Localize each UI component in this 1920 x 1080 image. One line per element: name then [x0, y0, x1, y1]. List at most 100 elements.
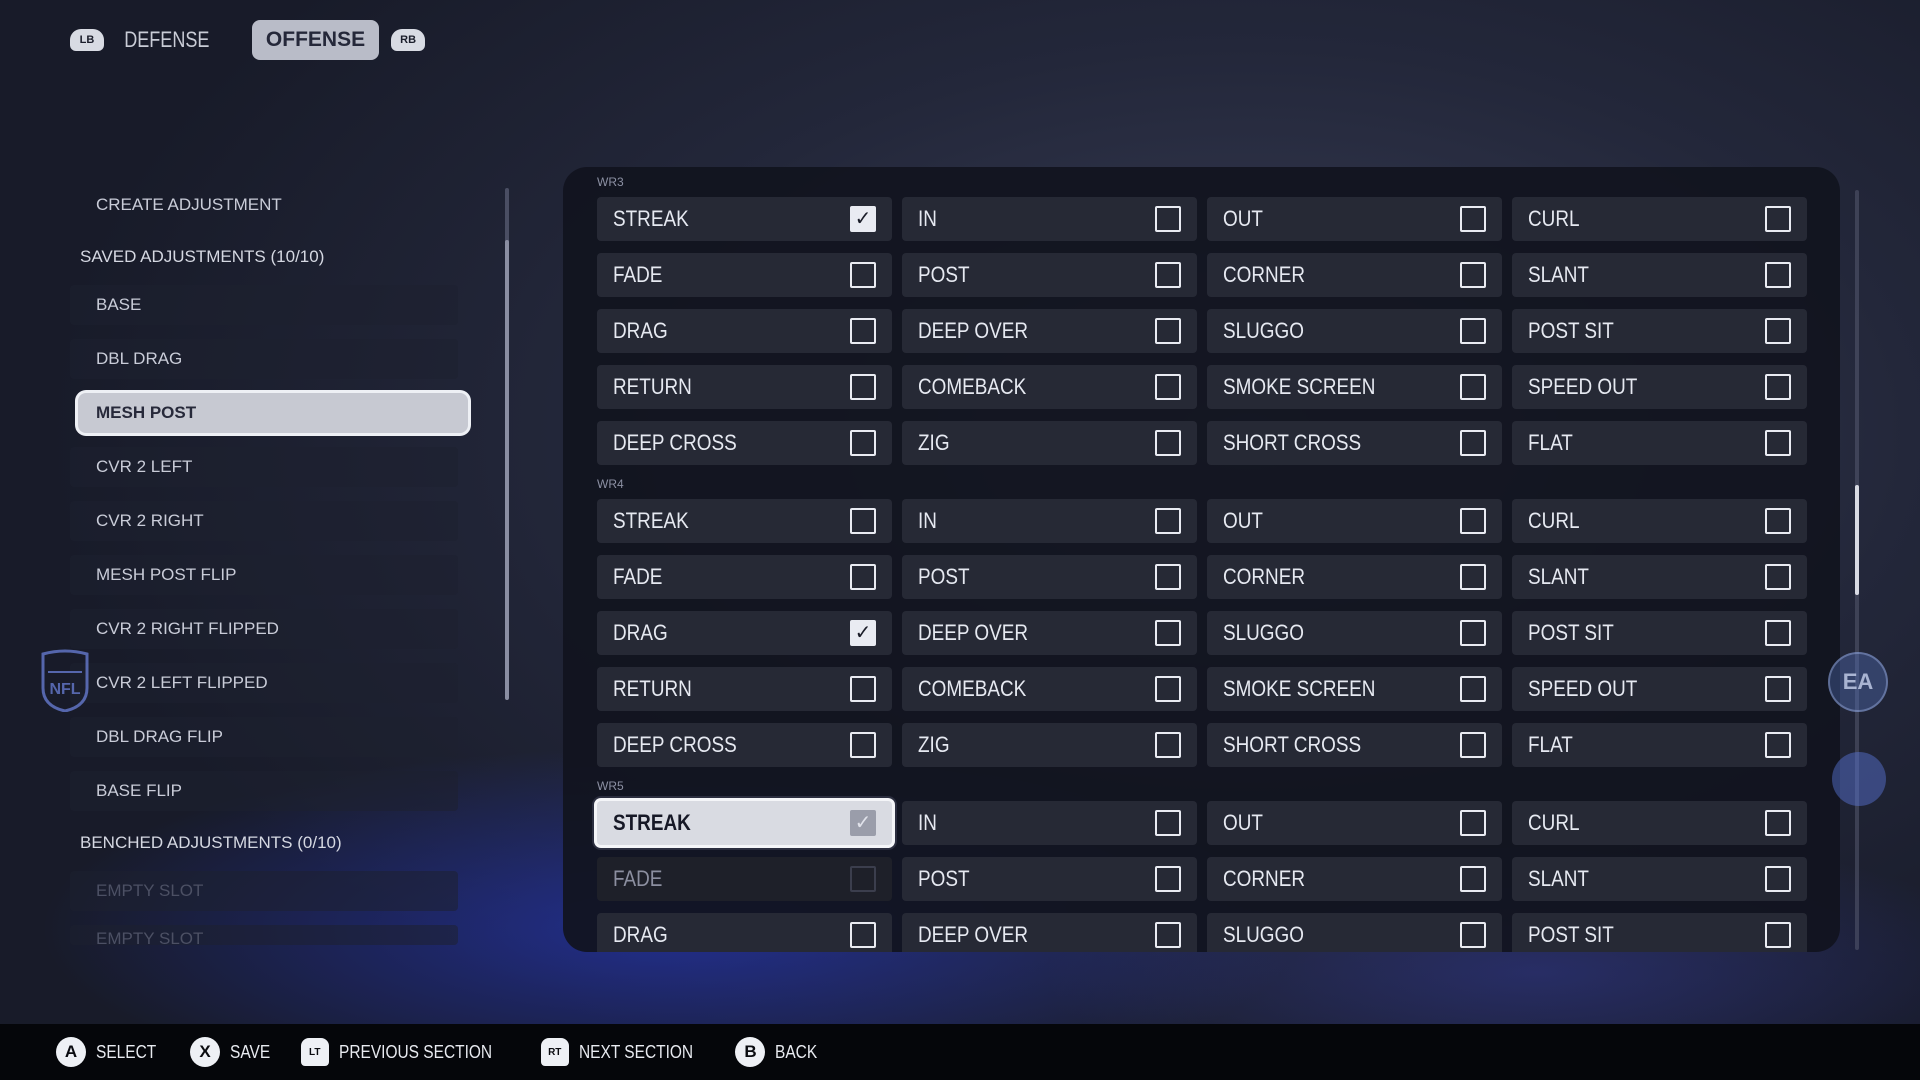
route-option[interactable]: POST: [902, 253, 1197, 297]
checkbox-icon[interactable]: [850, 508, 876, 534]
route-option[interactable]: SLANT: [1512, 555, 1807, 599]
checkbox-icon[interactable]: [1460, 866, 1486, 892]
route-option[interactable]: DEEP OVER: [902, 913, 1197, 952]
checkbox-icon[interactable]: [850, 866, 876, 892]
checkbox-icon[interactable]: [1460, 374, 1486, 400]
checkbox-icon[interactable]: [1460, 262, 1486, 288]
save-hint[interactable]: X SAVE: [190, 1037, 277, 1067]
route-option[interactable]: DEEP OVER: [902, 309, 1197, 353]
route-option[interactable]: SPEED OUT: [1512, 667, 1807, 711]
checkbox-icon[interactable]: [1460, 508, 1486, 534]
checkbox-icon[interactable]: [1155, 732, 1181, 758]
checkbox-icon[interactable]: [1155, 318, 1181, 344]
checkbox-icon[interactable]: [1765, 922, 1791, 948]
create-adjustment-button[interactable]: CREATE ADJUSTMENT: [70, 185, 458, 225]
panel-scrollbar[interactable]: [1855, 190, 1859, 950]
select-hint[interactable]: A SELECT: [56, 1037, 166, 1067]
checkbox-icon[interactable]: [850, 922, 876, 948]
checkbox-icon[interactable]: [1765, 262, 1791, 288]
checkbox-icon[interactable]: [1460, 430, 1486, 456]
route-option[interactable]: SLUGGO: [1207, 611, 1502, 655]
route-option[interactable]: SPEED OUT: [1512, 365, 1807, 409]
route-option[interactable]: DRAG: [597, 611, 892, 655]
route-option[interactable]: SHORT CROSS: [1207, 723, 1502, 767]
route-option[interactable]: POST SIT: [1512, 309, 1807, 353]
lb-bumper-icon[interactable]: LB: [70, 29, 104, 51]
route-option[interactable]: SLUGGO: [1207, 309, 1502, 353]
saved-adjustment-item[interactable]: DBL DRAG: [70, 339, 458, 379]
checkbox-icon[interactable]: [1765, 732, 1791, 758]
checkbox-icon[interactable]: [850, 262, 876, 288]
route-option[interactable]: CURL: [1512, 801, 1807, 845]
route-option[interactable]: ZIG: [902, 723, 1197, 767]
saved-adjustment-item[interactable]: CVR 2 LEFT FLIPPED: [70, 663, 458, 703]
route-option[interactable]: FLAT: [1512, 723, 1807, 767]
route-option[interactable]: IN: [902, 801, 1197, 845]
route-option[interactable]: OUT: [1207, 801, 1502, 845]
route-option[interactable]: POST: [902, 555, 1197, 599]
next-section-hint[interactable]: RT NEXT SECTION: [540, 1038, 712, 1066]
checkbox-icon[interactable]: [1765, 430, 1791, 456]
checked-checkbox-icon[interactable]: [850, 810, 876, 836]
checkbox-icon[interactable]: [1765, 318, 1791, 344]
empty-slot[interactable]: EMPTY SLOT: [70, 925, 458, 945]
checkbox-icon[interactable]: [1460, 206, 1486, 232]
checkbox-icon[interactable]: [850, 430, 876, 456]
checkbox-icon[interactable]: [1460, 810, 1486, 836]
checkbox-icon[interactable]: [1765, 620, 1791, 646]
route-option[interactable]: COMEBACK: [902, 365, 1197, 409]
route-option[interactable]: SLUGGO: [1207, 913, 1502, 952]
route-option[interactable]: DEEP OVER: [902, 611, 1197, 655]
route-option[interactable]: DEEP CROSS: [597, 421, 892, 465]
saved-adjustment-item[interactable]: BASE: [70, 285, 458, 325]
route-option[interactable]: COMEBACK: [902, 667, 1197, 711]
checkbox-icon[interactable]: [1765, 206, 1791, 232]
checkbox-icon[interactable]: [1460, 676, 1486, 702]
checked-checkbox-icon[interactable]: [850, 620, 876, 646]
route-option[interactable]: SMOKE SCREEN: [1207, 667, 1502, 711]
saved-adjustment-item[interactable]: DBL DRAG FLIP: [70, 717, 458, 757]
checkbox-icon[interactable]: [850, 732, 876, 758]
checkbox-icon[interactable]: [1155, 620, 1181, 646]
route-option[interactable]: OUT: [1207, 499, 1502, 543]
saved-adjustment-item[interactable]: CVR 2 RIGHT FLIPPED: [70, 609, 458, 649]
route-option[interactable]: DRAG: [597, 913, 892, 952]
route-option[interactable]: FADE: [597, 857, 892, 901]
route-option[interactable]: SLANT: [1512, 253, 1807, 297]
back-hint[interactable]: B BACK: [735, 1037, 824, 1067]
checkbox-icon[interactable]: [1155, 564, 1181, 590]
route-option[interactable]: DEEP CROSS: [597, 723, 892, 767]
checkbox-icon[interactable]: [1460, 732, 1486, 758]
checkbox-icon[interactable]: [850, 564, 876, 590]
route-option[interactable]: FADE: [597, 555, 892, 599]
previous-section-hint[interactable]: LT PREVIOUS SECTION: [300, 1038, 517, 1066]
route-option[interactable]: FLAT: [1512, 421, 1807, 465]
route-option[interactable]: POST: [902, 857, 1197, 901]
route-option[interactable]: STREAK: [597, 499, 892, 543]
route-option[interactable]: RETURN: [597, 667, 892, 711]
saved-adjustment-item[interactable]: CVR 2 RIGHT: [70, 501, 458, 541]
saved-adjustment-item[interactable]: BASE FLIP: [70, 771, 458, 811]
checkbox-icon[interactable]: [1155, 508, 1181, 534]
checkbox-icon[interactable]: [1155, 430, 1181, 456]
empty-slot[interactable]: EMPTY SLOT: [70, 871, 458, 911]
checkbox-icon[interactable]: [1460, 922, 1486, 948]
checkbox-icon[interactable]: [850, 676, 876, 702]
route-option[interactable]: RETURN: [597, 365, 892, 409]
checkbox-icon[interactable]: [1155, 866, 1181, 892]
tab-defense[interactable]: DEFENSE: [116, 21, 218, 59]
route-option[interactable]: ZIG: [902, 421, 1197, 465]
route-option[interactable]: SMOKE SCREEN: [1207, 365, 1502, 409]
checkbox-icon[interactable]: [1460, 620, 1486, 646]
saved-adjustment-item[interactable]: MESH POST FLIP: [70, 555, 458, 595]
checkbox-icon[interactable]: [1765, 564, 1791, 590]
saved-adjustment-item[interactable]: MESH POST: [78, 393, 468, 433]
route-option[interactable]: CORNER: [1207, 857, 1502, 901]
checkbox-icon[interactable]: [1155, 922, 1181, 948]
saved-adjustment-item[interactable]: CVR 2 LEFT: [70, 447, 458, 487]
checkbox-icon[interactable]: [1155, 206, 1181, 232]
route-option[interactable]: POST SIT: [1512, 913, 1807, 952]
route-option[interactable]: CURL: [1512, 197, 1807, 241]
checkbox-icon[interactable]: [1765, 810, 1791, 836]
route-option[interactable]: SLANT: [1512, 857, 1807, 901]
